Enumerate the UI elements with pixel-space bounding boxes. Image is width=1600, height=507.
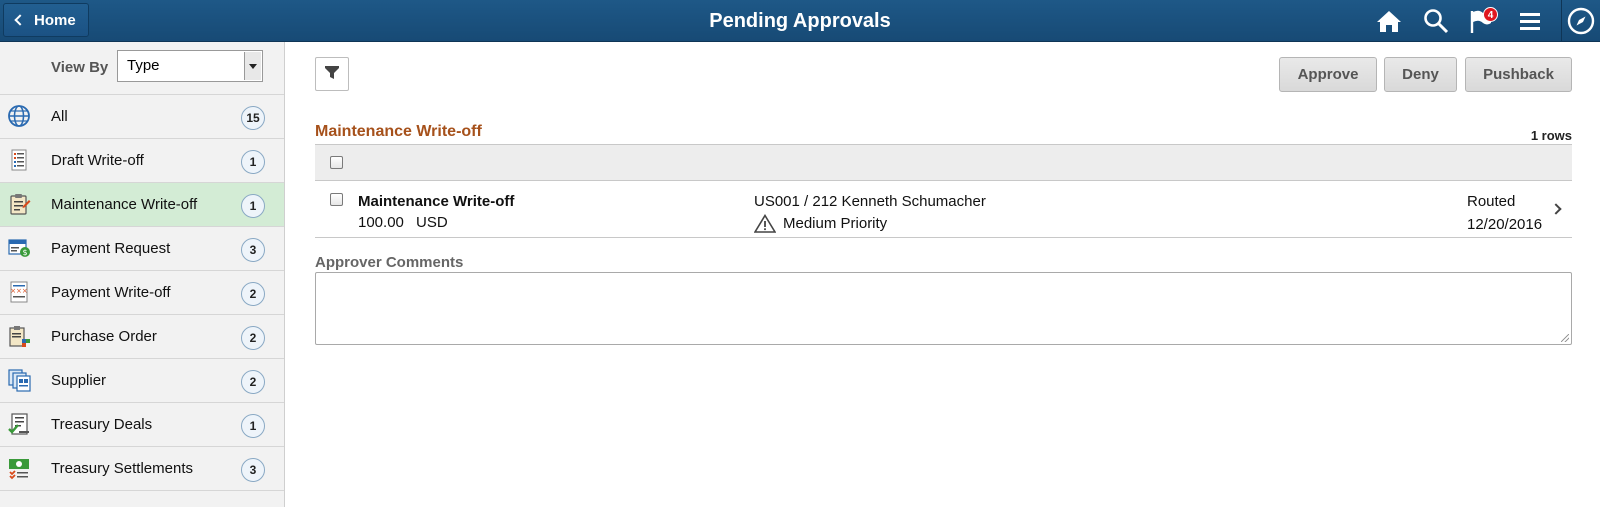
sidebar-item-purchase-order[interactable]: Purchase Order 2: [0, 315, 284, 359]
navbar-compass-icon[interactable]: [1561, 0, 1600, 42]
app-header: Home Pending Approvals 4: [0, 0, 1600, 42]
sidebar-item-label: All: [51, 108, 68, 125]
grid-title: Maintenance Write-off: [315, 123, 482, 140]
approve-button[interactable]: Approve: [1279, 57, 1377, 92]
sidebar-item-label: Treasury Deals: [51, 416, 153, 433]
svg-text:×××: ×××: [10, 287, 28, 295]
chevron-right-icon[interactable]: [1550, 203, 1562, 215]
sidebar-item-supplier[interactable]: Supplier 2: [0, 359, 284, 403]
sidebar-item-draft-write-off[interactable]: Draft Write-off 1: [0, 139, 284, 183]
row-status: Routed: [1467, 193, 1516, 210]
dropdown-arrow-icon[interactable]: [244, 52, 261, 80]
sidebar-item-label: Supplier: [51, 372, 107, 389]
notifications-flag-icon[interactable]: 4: [1466, 6, 1498, 36]
warning-icon: [754, 214, 776, 233]
deny-button[interactable]: Deny: [1384, 57, 1457, 92]
clipboard-icon: [7, 192, 31, 216]
globe-icon: [7, 104, 31, 128]
resize-grip-icon[interactable]: [1561, 334, 1569, 342]
view-by-bar: View By Type: [0, 42, 284, 95]
filter-button[interactable]: [315, 57, 349, 91]
home-button[interactable]: Home: [3, 3, 89, 37]
table-row[interactable]: Maintenance Write-off 100.00 USD US001 /…: [315, 181, 1572, 238]
draft-document-icon: [7, 148, 31, 172]
payment-writeoff-icon: ×××: [7, 280, 31, 304]
sidebar-item-label: Purchase Order: [51, 328, 157, 345]
select-all-checkbox[interactable]: [330, 156, 343, 169]
home-icon[interactable]: [1374, 6, 1404, 36]
menu-icon[interactable]: [1515, 6, 1545, 36]
search-icon[interactable]: [1421, 6, 1451, 36]
count-badge: 3: [241, 458, 265, 482]
pushback-button[interactable]: Pushback: [1465, 57, 1572, 92]
treasury-deals-icon: [7, 412, 31, 436]
count-badge: 2: [241, 282, 265, 306]
sidebar-item-treasury-settlements[interactable]: Treasury Settlements 3: [0, 447, 284, 491]
count-badge: 1: [241, 194, 265, 218]
payment-request-icon: $: [7, 236, 31, 260]
view-by-select[interactable]: Type: [117, 50, 263, 82]
supplier-icon: [7, 368, 31, 392]
sidebar-item-label: Payment Write-off: [51, 284, 171, 301]
row-checkbox[interactable]: [330, 193, 343, 206]
svg-text:$: $: [22, 248, 27, 257]
sidebar-item-label: Maintenance Write-off: [51, 196, 198, 213]
row-date: 12/20/2016: [1467, 216, 1543, 233]
sidebar-item-label: Treasury Settlements: [51, 460, 193, 477]
view-by-value: Type: [127, 57, 160, 74]
filter-icon: [324, 64, 340, 85]
sidebar-item-treasury-deals[interactable]: Treasury Deals 1: [0, 403, 284, 447]
sidebar-item-payment-request[interactable]: $ Payment Request 3: [0, 227, 284, 271]
sidebar-item-payment-write-off[interactable]: ××× Payment Write-off 2: [0, 271, 284, 315]
sidebar-item-all[interactable]: All 15: [0, 95, 284, 139]
count-badge: 2: [241, 326, 265, 350]
row-currency: USD: [416, 214, 448, 231]
priority-label: Medium Priority: [783, 215, 888, 232]
row-business-unit: US001 / 212 Kenneth Schumacher: [754, 193, 986, 210]
sidebar: View By Type All 15 Draft Write-off 1 Ma…: [0, 42, 285, 507]
grid-header: [315, 144, 1572, 181]
sidebar-item-maintenance-write-off[interactable]: Maintenance Write-off 1: [0, 183, 284, 227]
purchase-order-icon: [7, 324, 31, 348]
approver-comments-textarea[interactable]: [315, 272, 1572, 345]
row-amount: 100.00: [358, 214, 404, 231]
sidebar-item-label: Draft Write-off: [51, 152, 144, 169]
view-by-label: View By: [51, 59, 109, 76]
rows-count: 1 rows: [1530, 128, 1572, 143]
home-button-label: Home: [34, 11, 76, 29]
page-title: Pending Approvals: [709, 10, 891, 32]
count-badge: 1: [241, 150, 265, 174]
count-badge: 2: [241, 370, 265, 394]
chevron-left-icon: [14, 14, 26, 26]
count-badge: 1: [241, 414, 265, 438]
treasury-settlements-icon: [7, 456, 31, 480]
row-title: Maintenance Write-off: [358, 193, 515, 210]
count-badge: 15: [241, 106, 265, 130]
sidebar-item-label: Payment Request: [51, 240, 171, 257]
notification-count-badge: 4: [1483, 7, 1498, 22]
count-badge: 3: [241, 238, 265, 262]
approver-comments-label: Approver Comments: [315, 254, 464, 271]
row-priority: Medium Priority: [754, 214, 887, 233]
